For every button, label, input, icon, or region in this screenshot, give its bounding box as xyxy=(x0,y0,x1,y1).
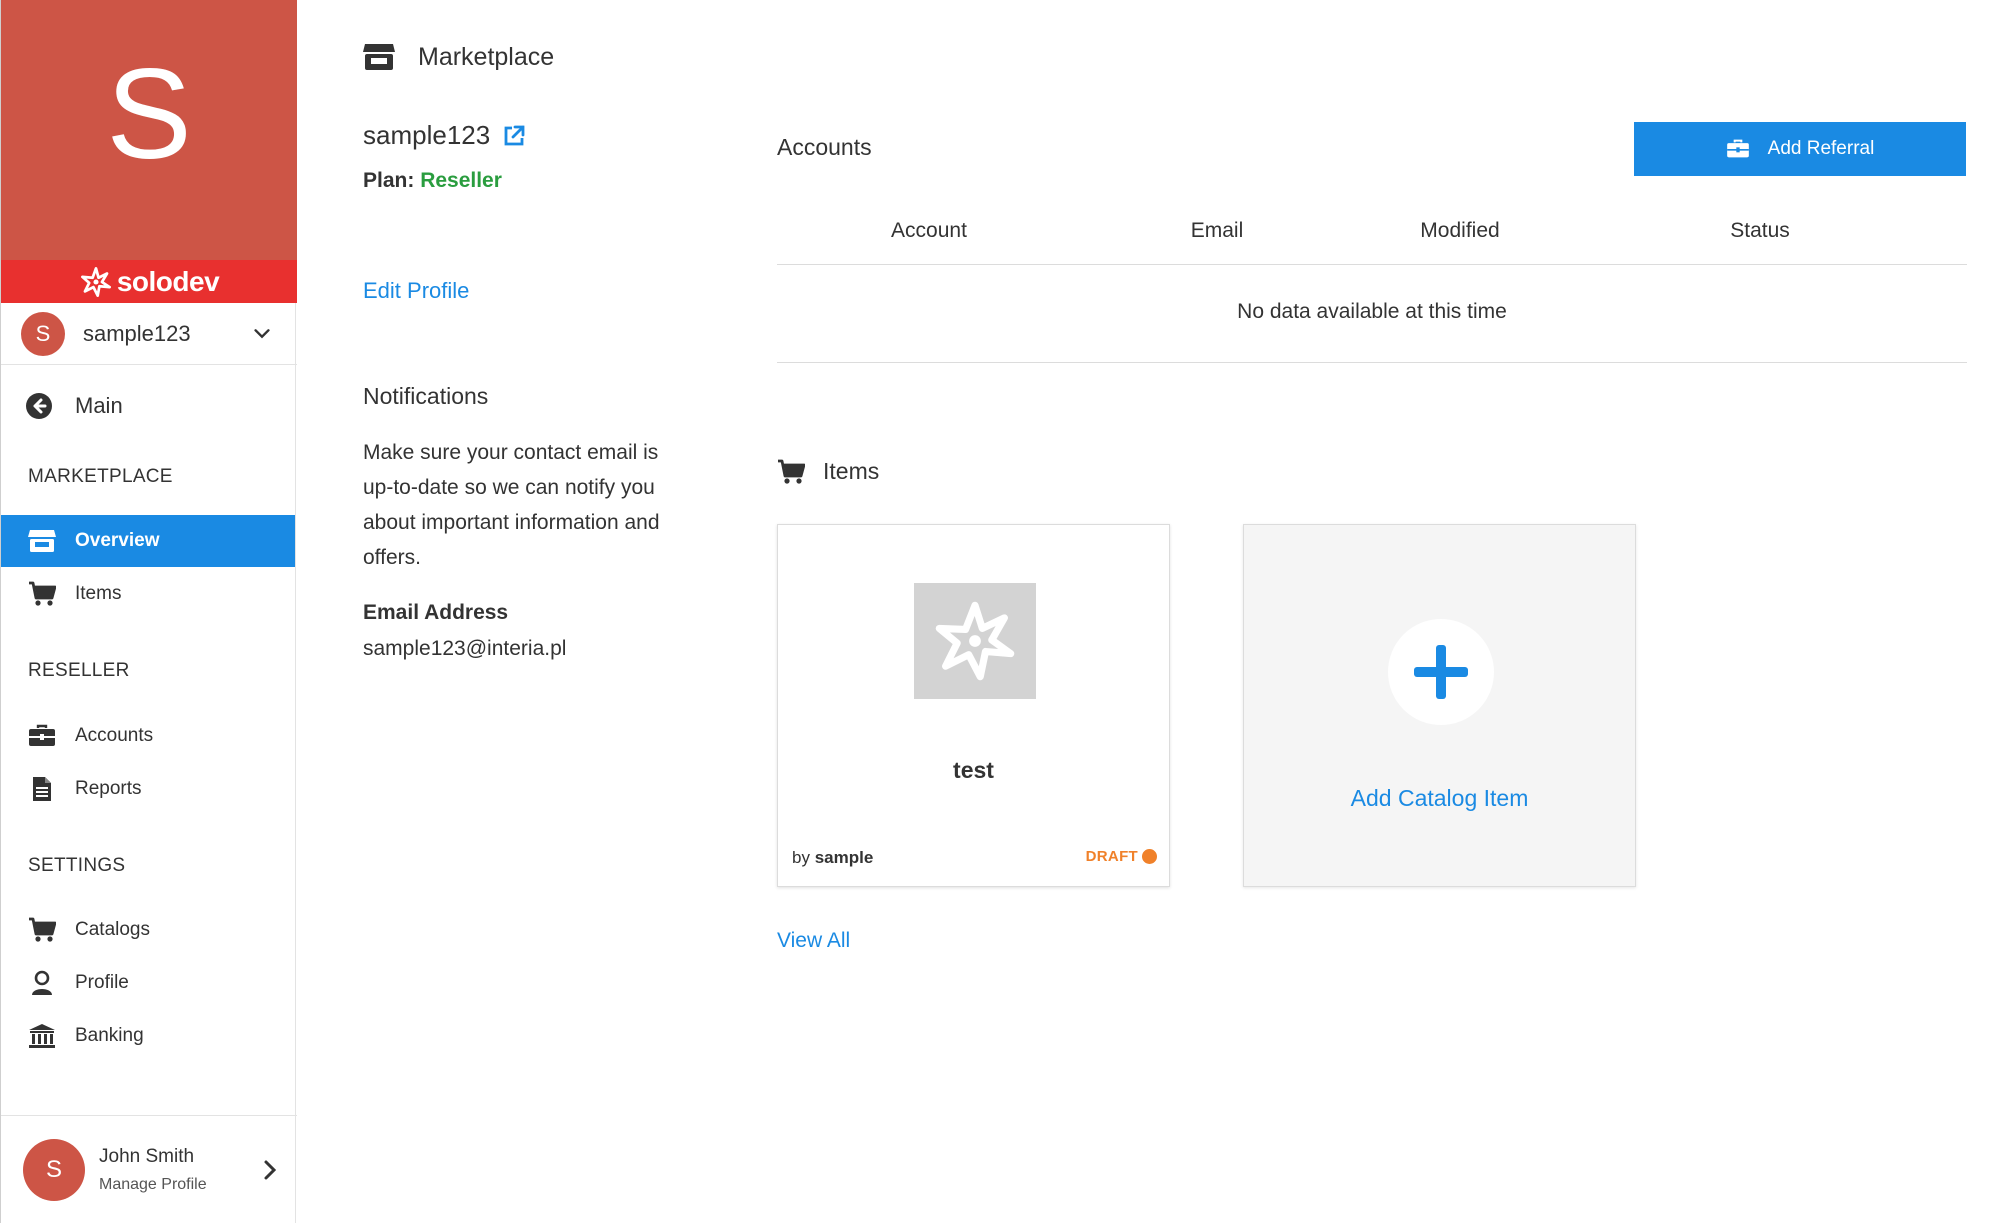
brand-bar: solodev xyxy=(1,260,297,303)
solodev-logo-icon xyxy=(935,601,1015,681)
add-catalog-item-label: Add Catalog Item xyxy=(1350,785,1529,811)
items-title: Items xyxy=(823,458,880,484)
page-header: Marketplace xyxy=(362,42,554,72)
sidebar-item-catalogs[interactable]: Catalogs xyxy=(1,904,295,956)
add-referral-button[interactable]: Add Referral xyxy=(1634,122,1966,176)
account-avatar: S xyxy=(21,311,65,356)
user-name: John Smith xyxy=(99,1145,195,1167)
item-name: test xyxy=(953,757,994,783)
add-catalog-item-card[interactable]: Add Catalog Item xyxy=(1243,524,1636,887)
sidebar: S solodev S sample123 Main MARKETPLACE O… xyxy=(0,0,297,1223)
column-header-account[interactable]: Account xyxy=(891,219,967,243)
section-label-reseller: RESELLER xyxy=(28,660,130,681)
accounts-table: Account Email Modified Status No data av… xyxy=(777,205,1967,363)
add-circle xyxy=(1388,619,1494,725)
sidebar-item-accounts-label: Accounts xyxy=(75,725,154,746)
items-header: Items xyxy=(777,458,879,485)
nav-main-link[interactable]: Main xyxy=(1,385,297,427)
email-value: sample123@interia.pl xyxy=(363,637,567,660)
user-icon xyxy=(27,968,57,998)
account-switcher[interactable]: S sample123 xyxy=(1,303,297,365)
sidebar-item-items[interactable]: Items xyxy=(1,568,295,620)
item-author-name: sample xyxy=(814,848,874,867)
column-header-email[interactable]: Email xyxy=(1191,219,1244,243)
briefcase-icon xyxy=(1726,139,1749,158)
notifications-title: Notifications xyxy=(363,383,489,409)
column-header-status[interactable]: Status xyxy=(1730,219,1790,243)
plan-label: Plan: xyxy=(363,169,415,192)
user-text: John Smith Manage Profile xyxy=(99,1146,261,1194)
edit-profile-link[interactable]: Edit Profile xyxy=(363,278,469,304)
sidebar-item-profile-label: Profile xyxy=(75,972,129,993)
profile-summary: sample123 Plan: Reseller xyxy=(363,120,703,193)
sidebar-item-banking[interactable]: Banking xyxy=(1,1010,295,1062)
table-header: Account Email Modified Status xyxy=(777,205,1967,265)
status-badge: DRAFT xyxy=(1086,848,1157,865)
document-icon xyxy=(27,774,57,804)
brand-name: solodev xyxy=(116,265,220,297)
notifications-text: Make sure your contact email is up-to-da… xyxy=(363,441,660,569)
manage-profile-label: Manage Profile xyxy=(99,1175,207,1193)
account-name: sample123 xyxy=(83,320,191,346)
profile-name-row: sample123 xyxy=(363,120,703,151)
plus-icon xyxy=(1414,645,1468,699)
back-arrow-icon xyxy=(26,393,52,419)
item-status-label: DRAFT xyxy=(1085,848,1138,865)
sidebar-item-reports[interactable]: Reports xyxy=(1,763,295,815)
table-empty-message: No data available at this time xyxy=(777,265,1967,363)
sidebar-item-accounts[interactable]: Accounts xyxy=(1,710,295,762)
briefcase-icon xyxy=(27,721,57,751)
section-label-settings: SETTINGS xyxy=(28,855,126,876)
plan-value: Reseller xyxy=(420,169,502,192)
add-referral-label: Add Referral xyxy=(1767,138,1875,159)
nav-main-label: Main xyxy=(75,393,123,418)
cart-icon xyxy=(778,459,805,484)
external-link-icon[interactable] xyxy=(502,124,526,148)
cart-icon xyxy=(27,579,57,609)
email-label: Email Address xyxy=(363,601,509,624)
item-author: by sample xyxy=(792,848,873,868)
sidebar-item-catalogs-label: Catalogs xyxy=(75,919,150,940)
item-card[interactable]: test by sample DRAFT xyxy=(777,524,1170,887)
sidebar-item-overview[interactable]: Overview xyxy=(1,515,295,567)
store-icon xyxy=(27,526,57,556)
chevron-right-icon xyxy=(264,1160,277,1179)
column-header-modified[interactable]: Modified xyxy=(1420,219,1499,243)
sidebar-item-banking-label: Banking xyxy=(75,1025,144,1046)
avatar: S xyxy=(23,1138,85,1201)
cart-icon xyxy=(27,915,57,945)
page-title: Marketplace xyxy=(418,42,555,71)
store-icon xyxy=(363,44,395,70)
section-label-marketplace: MARKETPLACE xyxy=(28,466,173,487)
profile-name: sample123 xyxy=(363,120,491,150)
status-dot-icon xyxy=(1142,849,1157,864)
user-profile-footer[interactable]: S John Smith Manage Profile xyxy=(1,1115,297,1223)
sidebar-item-overview-label: Overview xyxy=(75,530,160,551)
bank-icon xyxy=(27,1021,57,1051)
sidebar-item-reports-label: Reports xyxy=(75,778,142,799)
item-thumbnail xyxy=(914,583,1036,699)
sidebar-item-profile[interactable]: Profile xyxy=(1,957,295,1009)
item-author-prefix: by xyxy=(792,848,810,867)
sidebar-item-items-label: Items xyxy=(75,583,122,604)
accounts-title: Accounts xyxy=(777,134,872,160)
chevron-down-icon xyxy=(254,328,270,338)
solodev-logo-icon xyxy=(80,266,111,297)
plan-row: Plan: Reseller xyxy=(363,169,703,193)
brand-logo-block: S xyxy=(1,0,297,260)
brand-letter: S xyxy=(106,43,192,186)
view-all-link[interactable]: View All xyxy=(777,929,850,953)
